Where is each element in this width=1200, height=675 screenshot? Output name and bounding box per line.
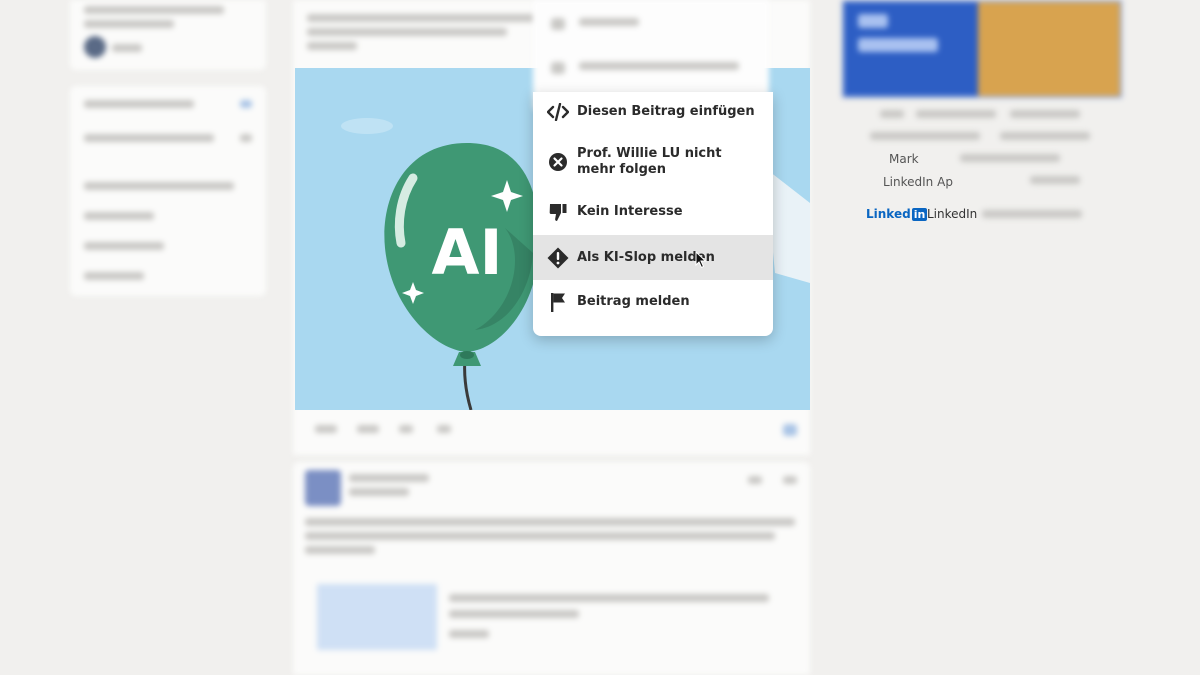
menu-item-not-interested[interactable]: Kein Interesse [533,200,773,224]
linkedin-logo: Linked in [866,207,928,221]
avatar[interactable] [84,36,106,58]
warning-diamond-icon [547,247,569,269]
close-circle-icon [547,151,569,173]
menu-item-label: Kein Interesse [577,204,683,219]
footer-copyright-blurred [982,210,1082,218]
footer-link-marketing[interactable]: Mark [889,152,919,166]
menu-item-label: Prof. Willie LU nicht mehr folgen [577,146,722,177]
logo-in-box: in [911,208,928,221]
post-options-menu: Diesen Beitrag einfügen Prof. Willie LU … [533,92,773,336]
article-thumbnail[interactable] [317,584,437,650]
menu-item-report-post[interactable]: Beitrag melden [533,290,773,314]
company-logo[interactable] [305,470,341,506]
menu-item-label: Als KI-Slop melden [577,249,715,265]
menu-item-label: Beitrag melden [577,294,690,309]
feed-post-card-2 [293,462,810,675]
footer-links-blurred [860,106,1100,186]
menu-item-report-ai-slop[interactable]: Als KI-Slop melden [533,235,773,280]
footer-brand-text: LinkedIn [927,207,978,221]
menu-item-label: Diesen Beitrag einfügen [577,104,755,119]
profile-card [70,0,266,70]
flag-icon [547,291,569,313]
mouse-cursor-icon [695,251,707,269]
menu-item-embed-post[interactable]: Diesen Beitrag einfügen [533,100,773,124]
logo-wordmark: Linked [866,207,911,221]
footer-link-apps[interactable]: LinkedIn Ap [883,175,953,189]
balloon-text: AI [431,216,502,289]
ad-banner[interactable] [842,0,1122,98]
thumbs-down-icon [547,201,569,223]
sidebar-shortcuts [70,86,266,296]
menu-item-unfollow[interactable]: Prof. Willie LU nicht mehr folgen [533,142,773,182]
code-embed-icon [547,101,569,123]
